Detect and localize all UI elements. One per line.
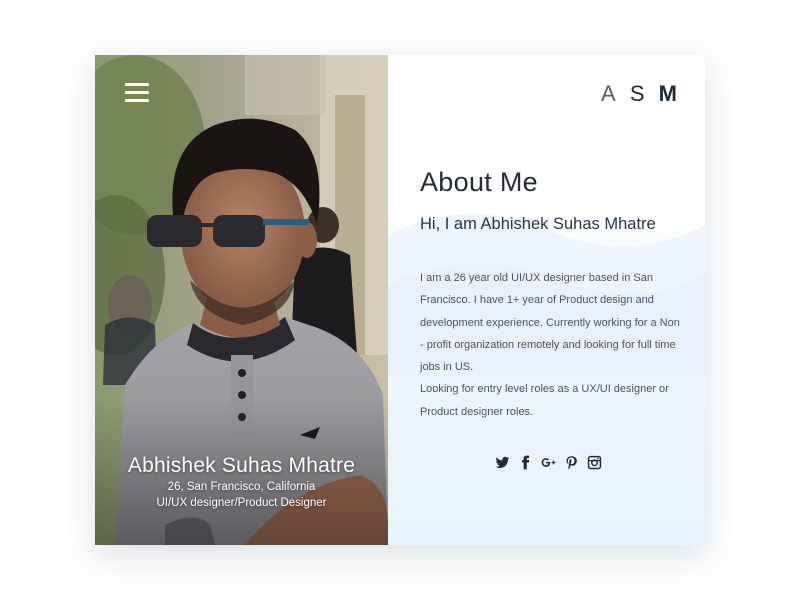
social-links: [495, 455, 602, 470]
asm-logo[interactable]: A S M: [601, 81, 677, 107]
profile-name: Abhishek Suhas Mhatre: [127, 454, 356, 477]
twitter-icon[interactable]: [495, 455, 510, 470]
about-panel: A S M About Me Hi, I am Abhishek Suhas M…: [388, 55, 705, 545]
profile-role: UI/UX designer/Product Designer: [156, 497, 327, 509]
logo-letter-a: A: [601, 81, 620, 106]
profile-details: 26, San Francisco, California: [167, 481, 316, 493]
bio-paragraph: Looking for entry level roles as a UX/UI…: [420, 383, 669, 418]
page-title: About Me: [420, 167, 538, 197]
profile-caption: Abhishek Suhas Mhatre 26, San Francisco,…: [95, 453, 388, 511]
google-plus-icon[interactable]: [541, 455, 556, 470]
hamburger-menu-icon[interactable]: [125, 83, 149, 103]
pinterest-icon[interactable]: [564, 455, 579, 470]
facebook-icon[interactable]: [518, 455, 533, 470]
profile-photo-panel: Abhishek Suhas Mhatre 26, San Francisco,…: [95, 55, 388, 545]
greeting: Hi, I am Abhishek Suhas Mhatre: [420, 215, 656, 233]
instagram-icon[interactable]: [587, 455, 602, 470]
profile-card: Abhishek Suhas Mhatre 26, San Francisco,…: [95, 55, 705, 545]
logo-letter-m: M: [658, 81, 677, 106]
bio-paragraph: I am a 26 year old UI/UX designer based …: [420, 272, 680, 374]
bio: I am a 26 year old UI/UX designer based …: [420, 267, 685, 423]
logo-letter-s: S: [629, 81, 649, 106]
